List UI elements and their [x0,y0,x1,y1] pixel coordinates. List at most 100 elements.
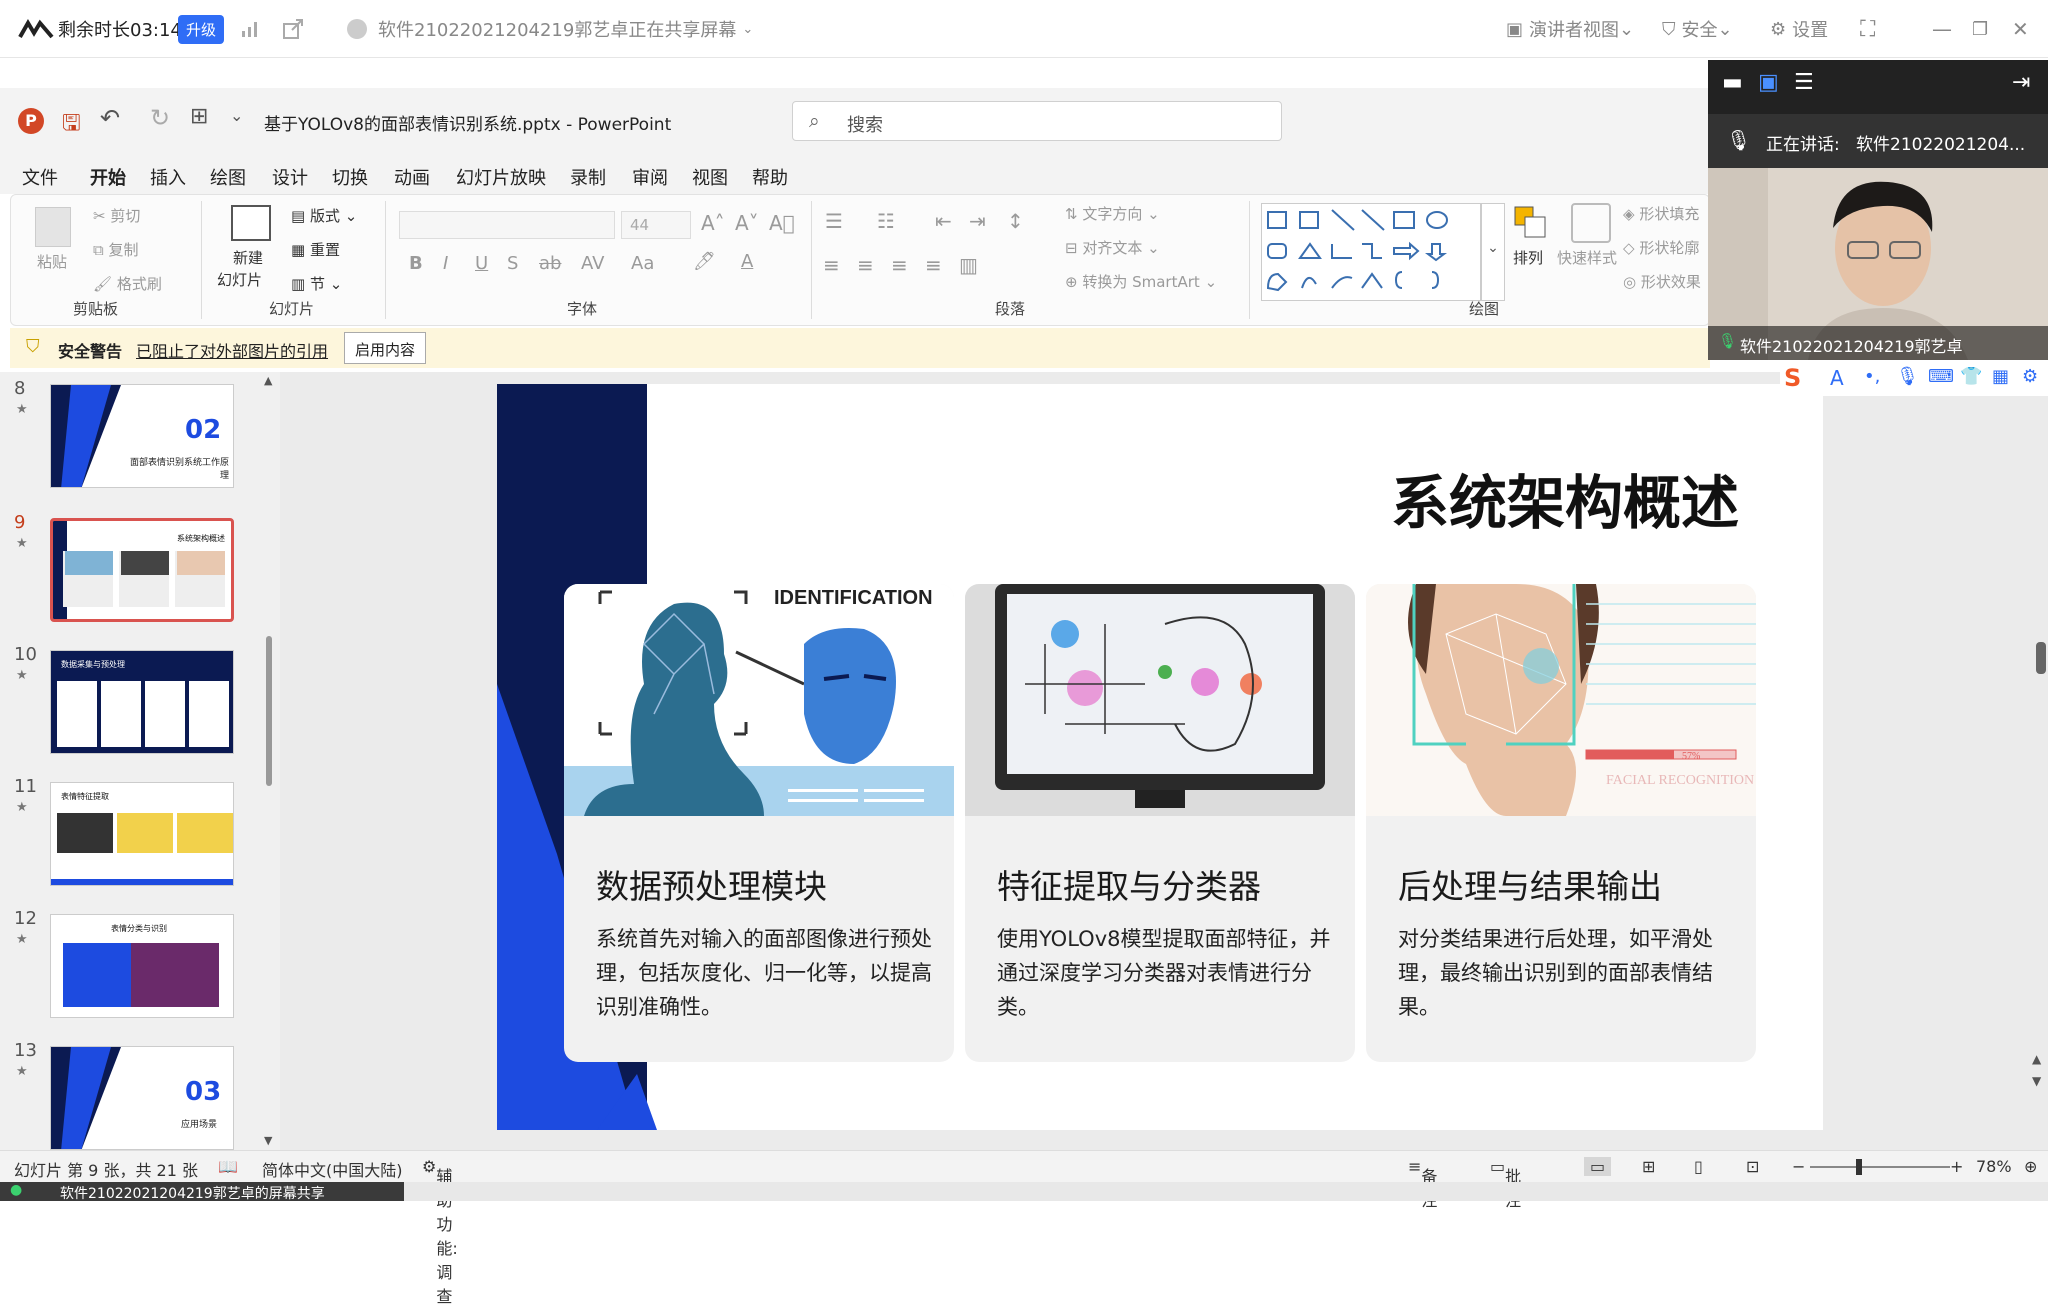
ime-toolbox-icon[interactable]: ▦ [1992,366,2009,387]
align-center-icon[interactable]: ≡ [857,253,874,277]
tab-draw[interactable]: 绘图 [210,164,246,190]
arrange-icon[interactable] [1511,203,1551,243]
ime-settings-icon[interactable]: ⚙ [2022,366,2038,387]
next-slide-icon[interactable]: ▼ [2032,1074,2041,1088]
new-slide-icon[interactable] [231,205,271,241]
share-tab[interactable]: ● 软件21022021204219郭艺卓的屏幕共享 [0,1182,404,1202]
line-spacing-icon[interactable]: ↕ [1007,209,1024,233]
spacing-icon[interactable]: AV [581,253,604,274]
ime-mode-icon[interactable]: A [1830,366,1844,390]
highlight-icon[interactable]: 🖊 [693,251,716,272]
security-button[interactable]: ⛉ 安全 ⌄ [1662,0,1733,58]
font-color-icon[interactable]: A [741,251,753,272]
new-slide-button[interactable]: 新建 [233,247,263,268]
zoom-slider-handle[interactable] [1856,1159,1862,1175]
scroll-down-icon[interactable]: ▼ [264,1134,272,1147]
ime-voice-icon[interactable]: 🎙 [1896,366,1919,387]
scroll-up-icon[interactable]: ▲ [264,374,272,387]
align-left-icon[interactable]: ≡ [823,253,840,277]
section-button[interactable]: ▥ 节 ⌄ [291,273,342,294]
present-icon[interactable]: ⊞ [190,104,208,129]
font-name-select[interactable] [399,211,615,239]
zoom-level[interactable]: 78% [1976,1157,2012,1176]
quick-styles-icon[interactable] [1571,203,1611,243]
tab-design[interactable]: 设计 [272,164,308,190]
clear-format-icon[interactable]: A⃠ [769,211,795,235]
upgrade-button[interactable]: 升级 [178,14,225,44]
quick-styles-button[interactable]: 快速样式 [1557,247,1617,268]
shapes-more-icon[interactable]: ⌄ [1481,203,1505,301]
shrink-font-icon[interactable]: A˅ [735,211,759,235]
slide-thumbnail-12[interactable]: 表情分类与识别 [50,914,234,1018]
search-input[interactable]: 搜索 [847,111,883,137]
reset-button[interactable]: ▦ 重置 [291,239,340,260]
zoom-slider[interactable] [1810,1166,1950,1168]
fullscreen-icon[interactable]: ⛶ [1860,0,1875,58]
undo-icon[interactable]: ↶ [100,104,120,132]
slideshow-icon[interactable]: ⊡ [1746,1157,1759,1176]
zoom-out-icon[interactable]: − [1792,1157,1805,1176]
shadow-icon[interactable]: S [507,253,518,274]
text-direction-button[interactable]: ⇅ 文字方向 ⌄ [1065,203,1160,224]
bold-icon[interactable]: B [409,253,423,274]
slide-thumbnail-11[interactable]: 表情特征提取 [50,782,234,886]
slide-thumbnail-13[interactable]: 03 应用场景 [50,1046,234,1150]
shapes-gallery[interactable] [1261,203,1481,301]
spellcheck-icon[interactable]: 📖 [218,1157,238,1176]
tab-record[interactable]: 录制 [570,164,606,190]
single-view-icon[interactable]: ▣ [1758,70,1779,95]
cut-button[interactable]: ✂ 剪切 [93,205,140,226]
align-right-icon[interactable]: ≡ [891,253,908,277]
zoom-in-icon[interactable]: + [1950,1157,1963,1176]
redo-icon[interactable]: ↻ [150,104,170,132]
increase-indent-icon[interactable]: ⇥ [969,209,986,233]
tab-review[interactable]: 审阅 [632,164,668,190]
underline-icon[interactable]: U [475,253,488,274]
save-icon[interactable]: 🖫 [62,106,81,144]
minimize-panel-icon[interactable]: ▬ [1722,70,1743,95]
warning-text-link[interactable]: 已阻止了对外部图片的引用 [136,338,328,362]
prev-slide-icon[interactable]: ▲ [2032,1052,2041,1066]
enable-content-button[interactable]: 启用内容 [344,332,427,364]
scrollbar-thumb[interactable] [266,636,272,786]
ime-punct-icon[interactable]: •, [1864,366,1880,387]
slide-sorter-icon[interactable]: ⊞ [1642,1157,1655,1176]
tab-help[interactable]: 帮助 [752,164,788,190]
fit-slide-icon[interactable]: ⊕ [2024,1157,2037,1176]
bullets-icon[interactable]: ☰ [825,209,843,233]
align-text-button[interactable]: ⊟ 对齐文本 ⌄ [1065,237,1160,258]
grow-font-icon[interactable]: A˄ [701,211,725,235]
case-icon[interactable]: Aa [631,253,654,274]
slide-thumbnail-8[interactable]: 02 面部表情识别系统工作原理 [50,384,234,488]
list-view-icon[interactable]: ☰ [1794,70,1814,95]
sharing-status[interactable]: 软件21022021204219郭艺卓正在共享屏幕 ⌄ [378,0,753,58]
tab-animations[interactable]: 动画 [394,164,430,190]
shape-outline-button[interactable]: ◇ 形状轮廓 [1623,237,1699,258]
tab-transitions[interactable]: 切换 [332,164,368,190]
slide-thumbnail-9-selected[interactable]: 系统架构概述 [50,518,234,622]
language-status[interactable]: 简体中文(中国大陆) [262,1157,403,1181]
tab-view[interactable]: 视图 [692,164,728,190]
notes-button[interactable]: ≡ 备注 [1408,1157,1437,1210]
reading-view-icon[interactable]: ▯ [1694,1157,1703,1176]
slide[interactable]: 系统架构概述 IDENTIFICATION 数据预处理模块 系统首先对输入的面部… [497,384,1823,1130]
share-out-icon[interactable] [282,0,304,58]
tab-file[interactable]: 文件 [22,164,58,190]
collapse-panel-icon[interactable]: ⇥ [2012,70,2030,95]
accessibility-status[interactable]: ⚙ 辅助功能: 调查 [422,1157,458,1306]
comments-button[interactable]: ▭ 批注 [1490,1157,1521,1210]
decrease-indent-icon[interactable]: ⇤ [935,209,952,233]
paste-button[interactable]: 粘贴 [37,251,67,272]
ime-keyboard-icon[interactable]: ⌨ [1928,366,1954,387]
columns-icon[interactable]: ▥ [959,253,978,277]
justify-icon[interactable]: ≡ [925,253,942,277]
minimize-icon[interactable]: — [1932,0,1952,58]
copy-button[interactable]: ⧉ 复制 [93,239,139,260]
customize-qat-icon[interactable]: ⌄ [230,106,243,125]
italic-icon[interactable]: I [443,253,448,274]
numbering-icon[interactable]: ☷ [877,209,895,233]
ime-skin-icon[interactable]: 👕 [1960,366,1982,387]
restore-icon[interactable]: ❐ [1972,0,1988,58]
paste-icon[interactable] [35,207,71,247]
slide-thumbnail-10[interactable]: 数据采集与预处理 [50,650,234,754]
